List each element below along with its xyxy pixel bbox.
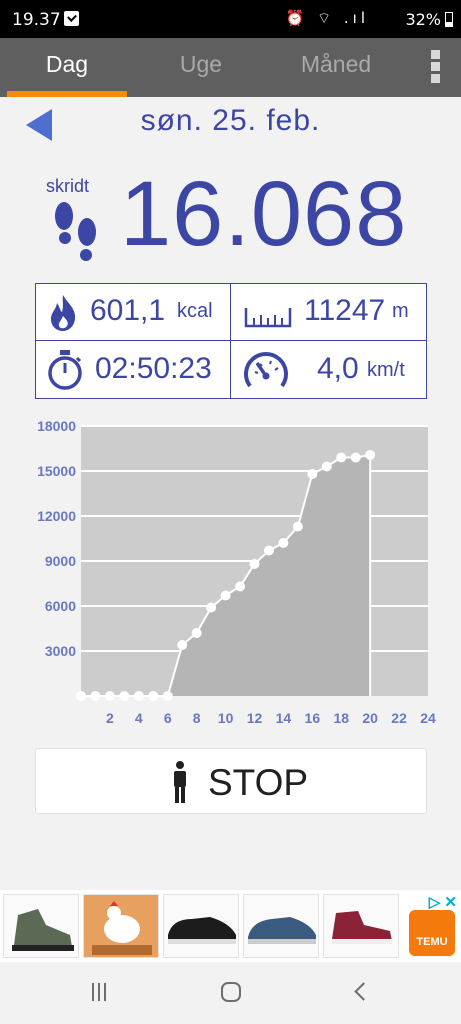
chart-data-point	[76, 691, 86, 701]
calories-unit: kcal	[177, 300, 213, 322]
chart-data-point	[365, 449, 376, 460]
chart-y-tick-label: 18000	[37, 418, 76, 434]
chart-data-point	[148, 691, 159, 701]
flame-icon	[51, 295, 76, 331]
walking-person-icon	[174, 761, 186, 803]
chart-x-tick-label: 14	[276, 710, 292, 726]
steps-count: 16.068	[120, 163, 408, 265]
chart-data-point	[336, 452, 347, 463]
tab-bar: Dag Uge Måned	[0, 38, 461, 97]
chart-y-tick-label: 3000	[45, 643, 76, 659]
speed-value: 4,0	[317, 352, 359, 385]
stop-button[interactable]: STOP	[35, 748, 427, 814]
duration-value: 02:50:23	[95, 352, 212, 385]
ad-product-blue-shoe[interactable]	[243, 894, 319, 958]
steps-chart: 3000600090001200015000180002 4 6 8 10 12 14 16 1…	[37, 418, 436, 726]
chart-y-tick-label: 6000	[45, 598, 76, 614]
chart-data-point	[321, 461, 332, 472]
speedometer-icon	[244, 352, 288, 388]
ruler-icon	[244, 308, 292, 328]
stopwatch-icon	[48, 350, 82, 390]
battery-icon	[445, 12, 453, 27]
back-icon[interactable]	[354, 982, 373, 1001]
status-bar: 19.37 ⏰ ⌔ .ıl 32%	[0, 0, 461, 38]
chart-y-tick-label: 12000	[37, 508, 76, 524]
chart-data-point	[191, 628, 202, 638]
chart-data-point	[90, 691, 101, 701]
chart-data-point	[133, 691, 144, 701]
temu-logo[interactable]: TEMU	[409, 910, 455, 956]
ad-product-red-boot[interactable]	[323, 894, 399, 958]
stop-label: STOP	[208, 762, 309, 803]
status-time: 19.37	[12, 10, 61, 30]
chart-data-point	[278, 538, 289, 548]
system-icons: ⏰ ⌔ .ıl	[285, 9, 369, 27]
ad-product-boot[interactable]	[3, 894, 79, 958]
chart-y-tick-label: 9000	[45, 553, 76, 569]
chart-data-point	[206, 602, 217, 613]
chart-data-point	[119, 691, 130, 701]
chart-data-point	[104, 691, 115, 701]
battery-percent: 32%	[405, 10, 441, 29]
date-title: søn. 25. feb.	[140, 104, 321, 137]
chart-data-point	[235, 581, 246, 592]
chart-x-tick-label: 10	[218, 710, 234, 726]
chart-data-point	[350, 452, 361, 463]
distance-unit: m	[392, 300, 409, 322]
chart-y-tick-label: 15000	[37, 463, 76, 479]
distance-value: 11247	[304, 294, 386, 327]
chart-x-tick-label: 12	[247, 710, 263, 726]
calories-value: 601,1	[90, 294, 166, 327]
chart-data-point	[177, 640, 188, 650]
chart-x-tick-label: 6	[164, 710, 172, 726]
chart-data-point	[292, 521, 303, 532]
ad-choices-icon[interactable]: ▷ ✕	[429, 893, 457, 911]
chart-x-tick-label: 24	[420, 710, 436, 726]
chart-data-point	[220, 590, 231, 601]
tab-maaned[interactable]: Måned	[276, 38, 396, 97]
stats-grid: 601,1 kcal 11247 m 02:50:23 4,0 km/t	[35, 283, 427, 399]
speed-unit: km/t	[367, 359, 405, 381]
chart-x-tick-label: 16	[305, 710, 321, 726]
chart-data-point	[307, 469, 318, 479]
overflow-menu-icon[interactable]	[431, 50, 443, 86]
chart-x-tick-label: 8	[193, 710, 201, 726]
battery-indicator: 32%	[405, 10, 453, 29]
system-nav-bar	[0, 962, 461, 1024]
chart-data-point	[249, 559, 260, 569]
notification-icon	[64, 11, 79, 26]
tab-dag[interactable]: Dag	[7, 38, 127, 97]
home-icon[interactable]	[221, 982, 241, 1002]
steps-label: skridt	[46, 176, 90, 196]
ad-banner[interactable]: ▷ ✕ TEMU	[0, 890, 461, 962]
recent-apps-icon[interactable]	[92, 983, 112, 1003]
chart-data-point	[162, 691, 173, 701]
chart-x-tick-label: 4	[135, 710, 143, 726]
footprints-icon	[55, 202, 96, 261]
chart-x-tick-label: 18	[333, 710, 349, 726]
ad-product-chicken[interactable]	[83, 894, 159, 958]
chart-x-tick-label: 22	[391, 710, 407, 726]
ad-product-black-shoe[interactable]	[163, 894, 239, 958]
tab-uge[interactable]: Uge	[141, 38, 261, 97]
chart-x-tick-label: 20	[362, 710, 378, 726]
chart-data-point	[263, 545, 274, 556]
chart-x-tick-label: 2	[106, 710, 114, 726]
